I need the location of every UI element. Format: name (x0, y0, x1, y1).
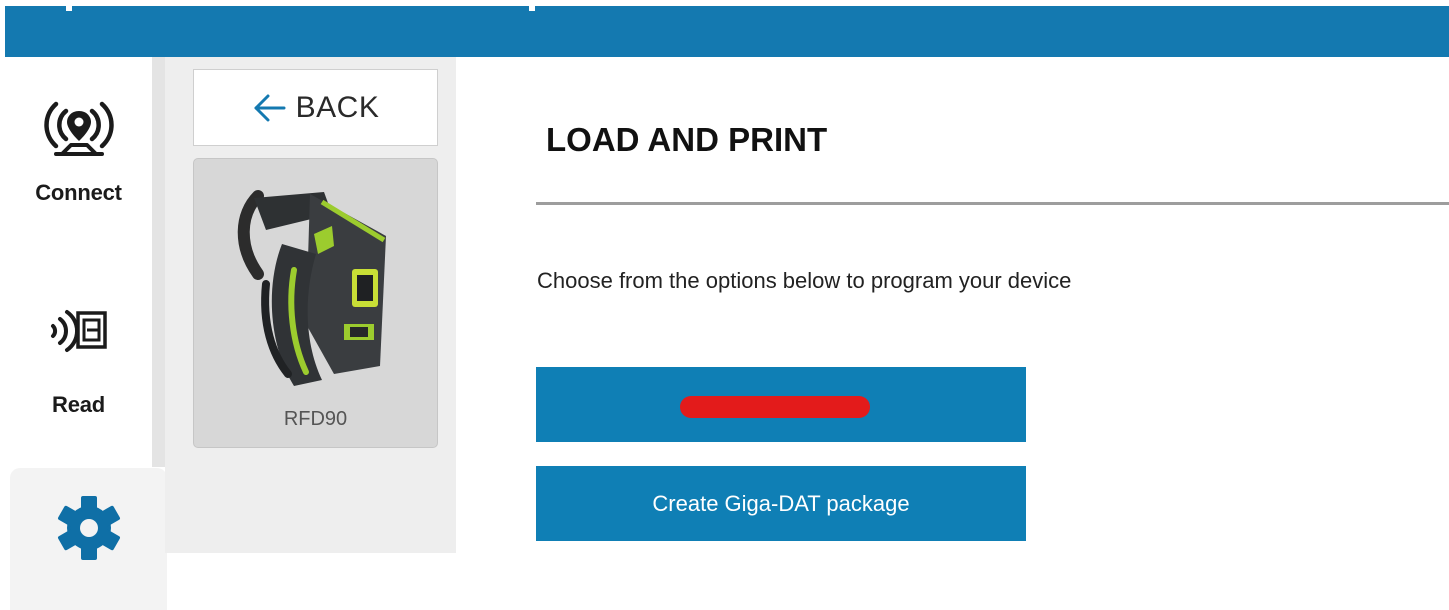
page-description: Choose from the options below to program… (537, 268, 1072, 293)
back-button[interactable]: BACK (193, 69, 438, 146)
main-content: LOAD AND PRINT Choose from the options b… (456, 57, 1449, 553)
header-mark-right (529, 4, 535, 11)
rail-edge (152, 57, 165, 467)
arrow-left-icon (254, 94, 286, 121)
rfid-read-icon (50, 310, 107, 352)
page-title: LOAD AND PRINT (546, 121, 828, 158)
nav-item-read[interactable]: Read (5, 304, 152, 418)
device-panel: BACK RFD90 (165, 57, 456, 553)
header-mark-left (66, 4, 72, 11)
title-divider (536, 202, 1449, 205)
create-giga-dat-label: Create Giga-DAT package (652, 490, 910, 516)
back-label: BACK (295, 90, 380, 124)
nav-rail: Connect Read (5, 57, 167, 610)
app-header (0, 0, 1449, 57)
create-giga-dat-button[interactable]: Create Giga-DAT package (536, 466, 1026, 541)
scanner-image (237, 190, 386, 386)
nav-item-settings[interactable] (10, 468, 167, 610)
location-broadcast-icon (43, 101, 114, 156)
nav-item-connect[interactable]: Connect (5, 90, 152, 206)
redacted-action-button[interactable] (536, 367, 1026, 442)
device-name: RFD90 (283, 408, 348, 430)
header-bar (5, 6, 1449, 57)
device-card[interactable]: RFD90 (193, 158, 438, 448)
nav-item-connect-label: Connect (35, 180, 122, 205)
gear-icon (57, 496, 120, 560)
redaction-mark (680, 396, 870, 418)
nav-item-read-label: Read (52, 392, 105, 417)
